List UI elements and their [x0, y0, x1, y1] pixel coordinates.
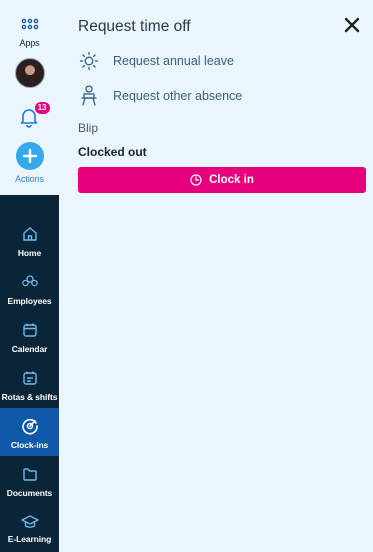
sidebar-item-label: Calendar: [11, 344, 48, 354]
request-time-off-panel: Request time off Request annual leave Re…: [59, 0, 373, 552]
sidebar-item-label: Home: [17, 248, 42, 258]
bell-icon: 13: [18, 102, 50, 130]
employees-icon: [20, 272, 40, 292]
plus-icon: [15, 142, 44, 170]
sidebar-item-home[interactable]: Home: [0, 224, 59, 258]
location-label: Blip: [78, 121, 99, 135]
request-annual-leave-link[interactable]: Request annual leave: [78, 50, 234, 72]
apps-grid-icon: [20, 14, 40, 34]
clock-icon: [190, 174, 202, 186]
sidebar-item-label: Rotas & shifts: [1, 392, 58, 402]
folder-icon: [20, 464, 40, 484]
sidebar-item-documents[interactable]: Documents: [0, 464, 59, 498]
link-label: Request other absence: [113, 89, 243, 103]
clock-ins-icon: [20, 416, 40, 436]
link-label: Request annual leave: [113, 54, 234, 68]
sidebar: Apps 13 Actions Home Employees Calendar …: [0, 0, 59, 552]
sidebar-item-label: E-Learning: [7, 534, 52, 544]
notifications-button[interactable]: 13: [0, 102, 59, 130]
sidebar-top: Apps 13 Actions: [0, 0, 59, 195]
sidebar-item-calendar[interactable]: Calendar: [0, 320, 59, 354]
clock-in-label: Clock in: [209, 174, 254, 186]
calendar-icon: [20, 320, 40, 340]
user-avatar-button[interactable]: [0, 58, 59, 88]
clock-in-button[interactable]: Clock in: [78, 167, 366, 193]
clock-status: Clocked out: [78, 145, 147, 159]
notifications-badge: 13: [34, 102, 50, 114]
sidebar-item-label: Clock-ins: [10, 440, 49, 450]
request-other-absence-link[interactable]: Request other absence: [78, 85, 242, 107]
sidebar-item-label: Documents: [6, 488, 53, 498]
sidebar-item-e-learning[interactable]: E-Learning: [0, 514, 59, 544]
person-seat-icon: [78, 85, 100, 107]
graduation-cap-icon: [20, 514, 40, 530]
apps-button[interactable]: Apps: [0, 14, 59, 48]
rotas-icon: [20, 368, 40, 388]
sun-icon: [78, 50, 100, 72]
avatar: [14, 58, 45, 88]
sidebar-item-rotas[interactable]: Rotas & shifts: [0, 368, 59, 402]
actions-button[interactable]: Actions: [0, 142, 59, 184]
apps-label: Apps: [19, 38, 40, 48]
sidebar-item-employees[interactable]: Employees: [0, 272, 59, 306]
actions-label: Actions: [15, 174, 44, 184]
sidebar-item-label: Employees: [7, 296, 52, 306]
home-icon: [20, 224, 40, 244]
panel-title: Request time off: [78, 18, 191, 35]
close-icon: [344, 17, 360, 33]
sidebar-item-clock-ins[interactable]: Clock-ins: [0, 408, 59, 456]
close-button[interactable]: [343, 16, 361, 34]
